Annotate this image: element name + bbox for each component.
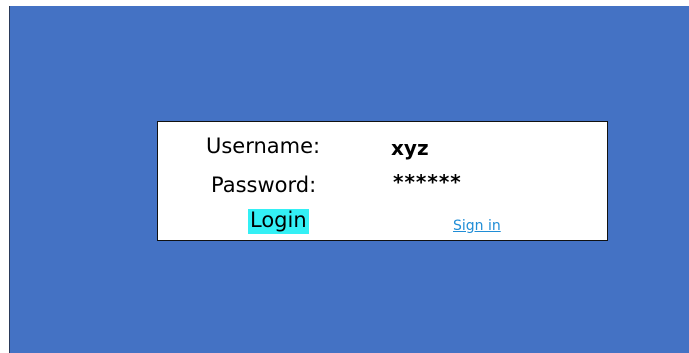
page-background: Username: xyz Password: ****** Login Sig…: [9, 6, 689, 353]
login-panel: Username: xyz Password: ****** Login Sig…: [157, 121, 608, 241]
username-field[interactable]: xyz: [391, 138, 429, 158]
password-label: Password:: [211, 173, 317, 197]
username-label: Username:: [206, 134, 321, 158]
password-field[interactable]: ******: [393, 172, 462, 192]
sign-in-link[interactable]: Sign in: [453, 219, 501, 233]
login-button[interactable]: Login: [248, 209, 309, 234]
